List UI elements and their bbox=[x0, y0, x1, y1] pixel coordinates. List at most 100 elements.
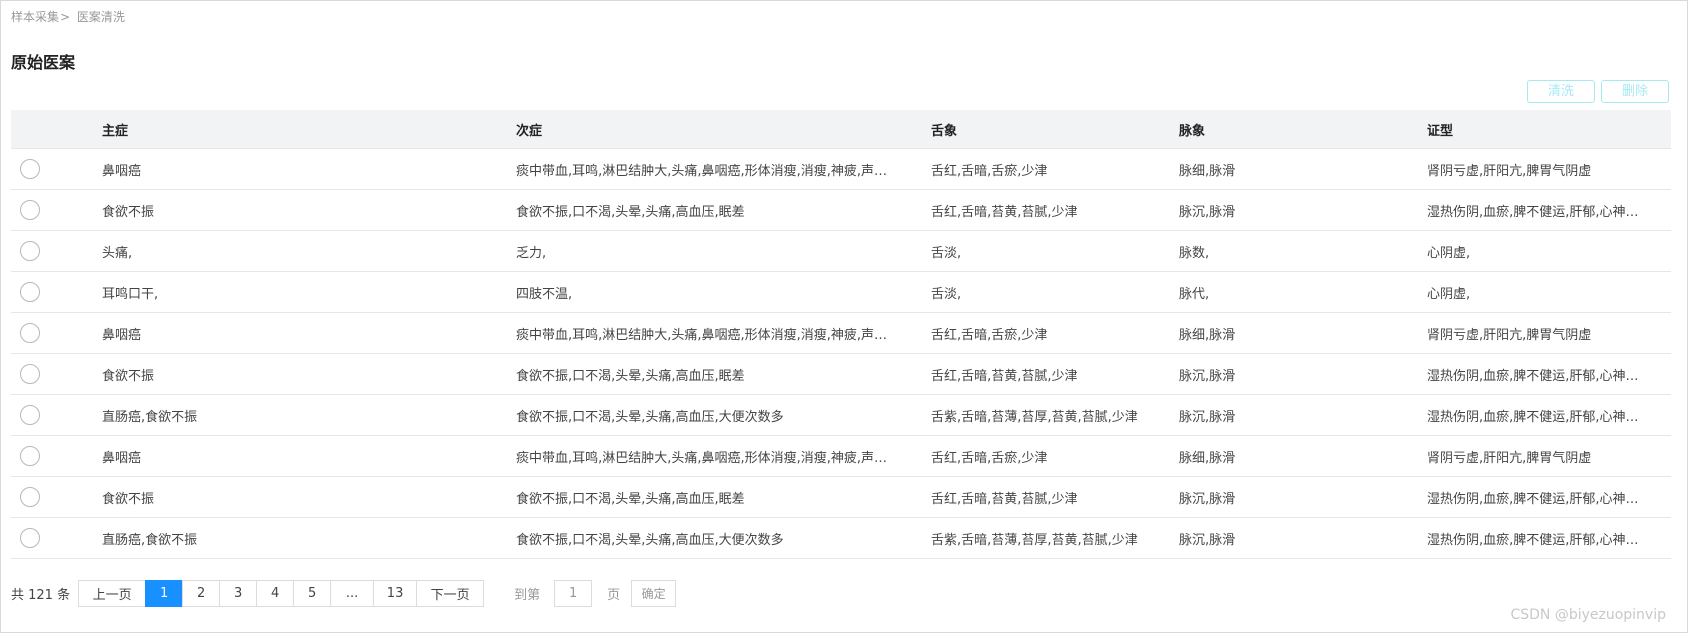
main-symptom-cell: 食欲不振 bbox=[102, 368, 155, 384]
secondary-symptom-cell: 痰中带血,耳鸣,淋巴结肿大,头痛,鼻咽癌,形体消瘦,消瘦,神疲,声… bbox=[516, 327, 888, 343]
main-symptom-cell: 鼻咽癌 bbox=[102, 450, 142, 466]
syndrome-cell: 肾阴亏虚,肝阳亢,脾胃气阴虚 bbox=[1427, 163, 1592, 179]
confirm-button[interactable]: 确定 bbox=[631, 580, 677, 607]
row-select-cell bbox=[11, 313, 102, 353]
page-button-2[interactable]: 2 bbox=[182, 580, 221, 607]
main-symptom-cell: 直肠癌,食欲不振 bbox=[102, 532, 198, 548]
breadcrumb-item-sample-collection[interactable]: 样本采集 bbox=[11, 10, 59, 24]
table-row[interactable]: 食欲不振 食欲不振,口不渴,头晕,头痛,高血压,眠差 舌红,舌暗,苔黄,苔腻,少津 脉… bbox=[11, 190, 1671, 231]
tongue-cell: 舌紫,舌暗,苔薄,苔厚,苔黄,苔腻,少津 bbox=[931, 409, 1138, 425]
table-row[interactable]: 直肠癌,食欲不振 食欲不振,口不渴,头晕,头痛,高血压,大便次数多 舌紫,舌暗,苔薄… bbox=[11, 518, 1671, 559]
secondary-symptom-cell: 食欲不振,口不渴,头晕,头痛,高血压,眠差 bbox=[516, 368, 745, 384]
syndrome-cell: 湿热伤阴,血瘀,脾不健运,肝郁,心神… bbox=[1427, 491, 1639, 507]
table-row[interactable]: 头痛, 乏力, 舌淡, 脉数, 心阴虚, bbox=[11, 231, 1671, 272]
syndrome-cell: 湿热伤阴,血瘀,脾不健运,肝郁,心神… bbox=[1427, 409, 1639, 425]
row-select-cell bbox=[11, 477, 102, 517]
breadcrumb-separator: > bbox=[60, 10, 71, 24]
main-symptom-cell: 食欲不振 bbox=[102, 491, 155, 507]
row-select-cell bbox=[11, 518, 102, 558]
main-symptom-cell: 鼻咽癌 bbox=[102, 163, 142, 179]
pulse-cell: 脉细,脉滑 bbox=[1179, 327, 1236, 343]
row-radio[interactable] bbox=[20, 487, 40, 507]
row-select-cell bbox=[11, 354, 102, 394]
next-page-button[interactable]: 下一页 bbox=[416, 580, 485, 607]
syndrome-cell: 肾阴亏虚,肝阳亢,脾胃气阴虚 bbox=[1427, 327, 1592, 343]
header-secondary-symptom: 次症 bbox=[516, 123, 543, 139]
row-select-cell bbox=[11, 395, 102, 435]
main-symptom-cell: 食欲不振 bbox=[102, 204, 155, 220]
total-count: 共 121 条 bbox=[11, 588, 71, 603]
page-button-3[interactable]: 3 bbox=[219, 580, 258, 607]
row-radio[interactable] bbox=[20, 528, 40, 548]
syndrome-cell: 湿热伤阴,血瘀,脾不健运,肝郁,心神… bbox=[1427, 532, 1639, 548]
row-radio[interactable] bbox=[20, 446, 40, 466]
page-button-5[interactable]: 5 bbox=[293, 580, 332, 607]
table-row[interactable]: 食欲不振 食欲不振,口不渴,头晕,头痛,高血压,眠差 舌红,舌暗,苔黄,苔腻,少津 脉… bbox=[11, 477, 1671, 518]
page-button-13[interactable]: 13 bbox=[373, 580, 418, 607]
tongue-cell: 舌紫,舌暗,苔薄,苔厚,苔黄,苔腻,少津 bbox=[931, 532, 1138, 548]
goto-label: 到第 bbox=[514, 588, 541, 603]
page-title: 原始医案 bbox=[11, 53, 76, 72]
goto-page-input[interactable]: 1 bbox=[554, 580, 593, 607]
row-radio[interactable] bbox=[20, 364, 40, 384]
table-row[interactable]: 鼻咽癌 痰中带血,耳鸣,淋巴结肿大,头痛,鼻咽癌,形体消瘦,消瘦,神疲,声… 舌红,… bbox=[11, 149, 1671, 190]
main-symptom-cell: 鼻咽癌 bbox=[102, 327, 142, 343]
table-row[interactable]: 鼻咽癌 痰中带血,耳鸣,淋巴结肿大,头痛,鼻咽癌,形体消瘦,消瘦,神疲,声… 舌红,… bbox=[11, 436, 1671, 477]
pulse-cell: 脉细,脉滑 bbox=[1179, 450, 1236, 466]
row-radio[interactable] bbox=[20, 282, 40, 302]
secondary-symptom-cell: 四肢不温, bbox=[516, 286, 573, 302]
pulse-cell: 脉沉,脉滑 bbox=[1179, 409, 1236, 425]
row-radio[interactable] bbox=[20, 200, 40, 220]
tongue-cell: 舌红,舌暗,舌瘀,少津 bbox=[931, 163, 1048, 179]
secondary-symptom-cell: 食欲不振,口不渴,头晕,头痛,高血压,眠差 bbox=[516, 491, 745, 507]
tongue-cell: 舌淡, bbox=[931, 245, 962, 261]
syndrome-cell: 肾阴亏虚,肝阳亢,脾胃气阴虚 bbox=[1427, 450, 1592, 466]
page-suffix-label: 页 bbox=[607, 588, 621, 603]
secondary-symptom-cell: 痰中带血,耳鸣,淋巴结肿大,头痛,鼻咽癌,形体消瘦,消瘦,神疲,声… bbox=[516, 163, 888, 179]
tongue-cell: 舌淡, bbox=[931, 286, 962, 302]
tongue-cell: 舌红,舌暗,苔黄,苔腻,少津 bbox=[931, 491, 1078, 507]
tongue-cell: 舌红,舌暗,舌瘀,少津 bbox=[931, 450, 1048, 466]
main-symptom-cell: 直肠癌,食欲不振 bbox=[102, 409, 198, 425]
secondary-symptom-cell: 乏力, bbox=[516, 245, 547, 261]
row-radio[interactable] bbox=[20, 405, 40, 425]
delete-button[interactable]: 删除 bbox=[1601, 80, 1669, 103]
page-button-1[interactable]: 1 bbox=[145, 580, 184, 607]
page-ellipsis[interactable]: ... bbox=[330, 580, 375, 607]
row-select-cell bbox=[11, 190, 102, 230]
table-row[interactable]: 直肠癌,食欲不振 食欲不振,口不渴,头晕,头痛,高血压,大便次数多 舌紫,舌暗,苔薄… bbox=[11, 395, 1671, 436]
pulse-cell: 脉沉,脉滑 bbox=[1179, 368, 1236, 384]
pulse-cell: 脉代, bbox=[1179, 286, 1210, 302]
header-syndrome: 证型 bbox=[1427, 123, 1454, 139]
row-radio[interactable] bbox=[20, 323, 40, 343]
pulse-cell: 脉沉,脉滑 bbox=[1179, 491, 1236, 507]
table-body: 鼻咽癌 痰中带血,耳鸣,淋巴结肿大,头痛,鼻咽癌,形体消瘦,消瘦,神疲,声… 舌红,… bbox=[11, 149, 1671, 559]
prev-page-button[interactable]: 上一页 bbox=[78, 580, 147, 607]
row-radio[interactable] bbox=[20, 241, 40, 261]
pulse-cell: 脉沉,脉滑 bbox=[1179, 532, 1236, 548]
clean-button[interactable]: 清洗 bbox=[1527, 80, 1595, 103]
page-button-4[interactable]: 4 bbox=[256, 580, 295, 607]
pagination: 共 121 条 上一页 1 2 3 4 5 ... 13 下一页 到第 1 页 … bbox=[11, 580, 677, 607]
syndrome-cell: 心阴虚, bbox=[1427, 245, 1471, 261]
row-select-cell bbox=[11, 436, 102, 476]
table-row[interactable]: 鼻咽癌 痰中带血,耳鸣,淋巴结肿大,头痛,鼻咽癌,形体消瘦,消瘦,神疲,声… 舌红,… bbox=[11, 313, 1671, 354]
toolbar: 清洗 删除 bbox=[1527, 80, 1669, 103]
row-select-cell bbox=[11, 272, 102, 312]
watermark: CSDN @biyezuopinvip bbox=[1510, 607, 1666, 623]
pulse-cell: 脉细,脉滑 bbox=[1179, 163, 1236, 179]
main-symptom-cell: 耳鸣口干, bbox=[102, 286, 159, 302]
tongue-cell: 舌红,舌暗,舌瘀,少津 bbox=[931, 327, 1048, 343]
tongue-cell: 舌红,舌暗,苔黄,苔腻,少津 bbox=[931, 368, 1078, 384]
syndrome-cell: 湿热伤阴,血瘀,脾不健运,肝郁,心神… bbox=[1427, 204, 1639, 220]
breadcrumb-item-case-cleaning: 医案清洗 bbox=[76, 10, 125, 24]
secondary-symptom-cell: 食欲不振,口不渴,头晕,头痛,高血压,大便次数多 bbox=[516, 409, 784, 425]
header-select-column bbox=[11, 110, 102, 148]
table-header: 主症 次症 舌象 脉象 证型 bbox=[11, 110, 1671, 149]
row-radio[interactable] bbox=[20, 159, 40, 179]
table-row[interactable]: 耳鸣口干, 四肢不温, 舌淡, 脉代, 心阴虚, bbox=[11, 272, 1671, 313]
header-main-symptom: 主症 bbox=[102, 123, 129, 139]
table-row[interactable]: 食欲不振 食欲不振,口不渴,头晕,头痛,高血压,眠差 舌红,舌暗,苔黄,苔腻,少津 脉… bbox=[11, 354, 1671, 395]
row-select-cell bbox=[11, 149, 102, 189]
header-tongue: 舌象 bbox=[931, 123, 958, 139]
